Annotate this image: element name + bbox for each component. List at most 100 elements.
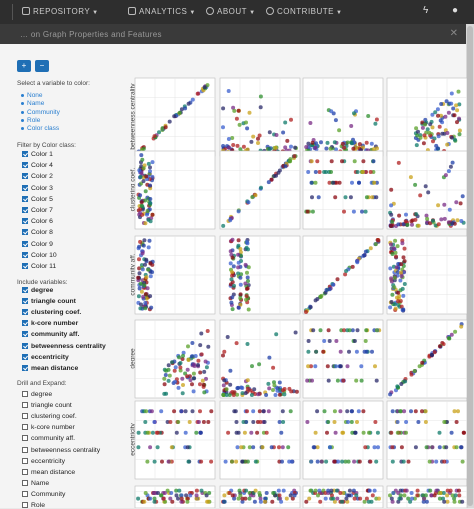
color-option-3[interactable]: Role — [20, 117, 40, 124]
filter-item-4[interactable]: Color 5 — [22, 195, 53, 203]
variable-item-6[interactable]: eccentricity — [22, 353, 69, 361]
scatter-cell[interactable] — [302, 77, 384, 157]
checkbox-icon[interactable] — [22, 502, 28, 508]
zoom-in-button[interactable]: + — [17, 60, 31, 72]
scatter-cell[interactable] — [219, 400, 301, 480]
checkbox-icon[interactable] — [22, 263, 28, 269]
checkbox-icon[interactable] — [22, 218, 28, 225]
scatter-cell[interactable] — [134, 77, 216, 157]
scatter-cell[interactable] — [386, 150, 468, 230]
checkbox-icon[interactable] — [22, 251, 28, 258]
scatterplot-matrix[interactable]: betweenness centrality clustering coef. co… — [125, 68, 470, 508]
variable-item-0[interactable]: degree — [22, 287, 53, 294]
scatterplot-matrix-svg[interactable] — [125, 68, 470, 508]
checkbox-icon[interactable] — [22, 413, 28, 420]
checkbox-icon[interactable] — [22, 162, 28, 169]
checkbox-icon[interactable] — [22, 457, 28, 464]
scatter-cell[interactable] — [219, 235, 301, 315]
filter-item-2[interactable]: Color 2 — [22, 173, 53, 180]
scatter-cell[interactable] — [219, 319, 301, 399]
drill-item-6[interactable]: eccentricity — [22, 457, 65, 465]
color-option-1[interactable]: Name — [20, 100, 44, 107]
filter-item-6[interactable]: Color 6 — [22, 218, 53, 225]
checkbox-icon[interactable] — [22, 391, 28, 397]
checkbox-icon[interactable] — [22, 342, 28, 349]
checkbox-icon[interactable] — [22, 435, 28, 442]
filter-item-1[interactable]: Color 4 — [22, 162, 53, 169]
drill-item-0[interactable]: degree — [22, 391, 52, 398]
checkbox-icon[interactable] — [22, 364, 28, 371]
scatter-cell[interactable] — [302, 485, 384, 508]
filter-item-9[interactable]: Color 10 — [22, 251, 57, 259]
checkbox-icon[interactable] — [22, 240, 28, 247]
drill-item-5[interactable]: betweenness centrality — [22, 446, 100, 454]
variable-item-3[interactable]: k-core number — [22, 320, 78, 327]
checkbox-icon[interactable] — [22, 195, 28, 202]
variable-item-7[interactable]: mean distance — [22, 364, 78, 372]
filter-item-5[interactable]: Color 7 — [22, 207, 53, 214]
checkbox-icon[interactable] — [22, 424, 28, 431]
filter-item-0[interactable]: Color 1 — [22, 151, 53, 158]
drill-item-7[interactable]: mean distance — [22, 468, 75, 476]
color-option-2[interactable]: Community — [21, 109, 60, 116]
filter-item-3[interactable]: Color 3 — [22, 184, 53, 192]
nav-analytics[interactable]: ANALYTICS ▼ — [128, 7, 196, 16]
nav-repository[interactable]: REPOSITORY ▼ — [22, 7, 99, 16]
variable-item-2[interactable]: clustering coef. — [22, 309, 81, 316]
scatter-cell[interactable] — [302, 150, 384, 230]
color-option-4[interactable]: Color class — [20, 125, 59, 132]
scatter-cell[interactable] — [134, 150, 216, 230]
variable-item-4[interactable]: community aff. — [22, 331, 79, 338]
checkbox-icon[interactable] — [22, 151, 28, 157]
drill-item-1[interactable]: triangle count — [22, 402, 72, 409]
checkbox-icon[interactable] — [22, 287, 28, 293]
color-option-0[interactable]: None — [21, 92, 43, 99]
nav-contribute[interactable]: CONTRIBUTE ▼ — [266, 7, 342, 16]
scatter-cell[interactable] — [219, 150, 301, 230]
variable-item-1[interactable]: triangle count — [22, 298, 76, 305]
user-icon[interactable]: ● — [452, 5, 458, 16]
scatter-cell[interactable] — [134, 235, 216, 315]
checkbox-icon[interactable] — [22, 446, 28, 453]
drill-item-9[interactable]: Community — [22, 490, 65, 498]
checkbox-icon[interactable] — [22, 207, 28, 213]
zoom-out-button[interactable]: − — [35, 60, 49, 72]
scatter-cell[interactable] — [386, 77, 468, 157]
drill-item-8[interactable]: Name — [22, 479, 49, 487]
scatter-cell[interactable] — [219, 77, 301, 157]
scatter-cell[interactable] — [134, 319, 216, 399]
close-icon[interactable]: ✕ — [450, 28, 458, 39]
nav-about[interactable]: ABOUT ▼ — [206, 7, 256, 16]
scatter-cell[interactable] — [219, 485, 301, 508]
checkbox-icon[interactable] — [22, 479, 28, 486]
scatter-cell[interactable] — [386, 235, 468, 315]
filter-item-7[interactable]: Color 8 — [22, 229, 53, 236]
checkbox-icon[interactable] — [22, 490, 28, 497]
checkbox-icon[interactable] — [22, 331, 28, 338]
checkbox-icon[interactable] — [22, 353, 28, 360]
checkbox-icon[interactable] — [22, 298, 28, 305]
checkbox-icon[interactable] — [22, 320, 28, 327]
checkbox-icon[interactable] — [22, 229, 28, 236]
checkbox-icon[interactable] — [22, 402, 28, 409]
drill-item-4[interactable]: community aff. — [22, 435, 75, 442]
scatter-cell[interactable] — [134, 400, 216, 480]
scatter-cell[interactable] — [302, 235, 384, 315]
scatter-cell[interactable] — [386, 485, 468, 508]
scatter-cell[interactable] — [302, 400, 384, 480]
filter-item-8[interactable]: Color 9 — [22, 240, 53, 248]
scatter-cell[interactable] — [302, 319, 384, 399]
scatter-cell[interactable] — [134, 485, 216, 508]
filter-item-10[interactable]: Color 11 — [22, 263, 56, 270]
drill-item-3[interactable]: k-core number — [22, 424, 75, 431]
scatter-cell[interactable] — [386, 319, 468, 399]
checkbox-icon[interactable] — [22, 173, 28, 180]
variable-item-5[interactable]: betweenness centrality — [22, 342, 106, 350]
bolt-icon[interactable]: ϟ — [423, 5, 428, 16]
scatter-cell[interactable] — [386, 400, 468, 480]
drill-item-2[interactable]: clustering coef. — [22, 413, 77, 420]
checkbox-icon[interactable] — [22, 468, 28, 475]
checkbox-icon[interactable] — [22, 309, 28, 316]
checkbox-icon[interactable] — [22, 184, 28, 191]
window-titlebar[interactable]: … on Graph Properties and Features ✕ — [0, 24, 466, 44]
